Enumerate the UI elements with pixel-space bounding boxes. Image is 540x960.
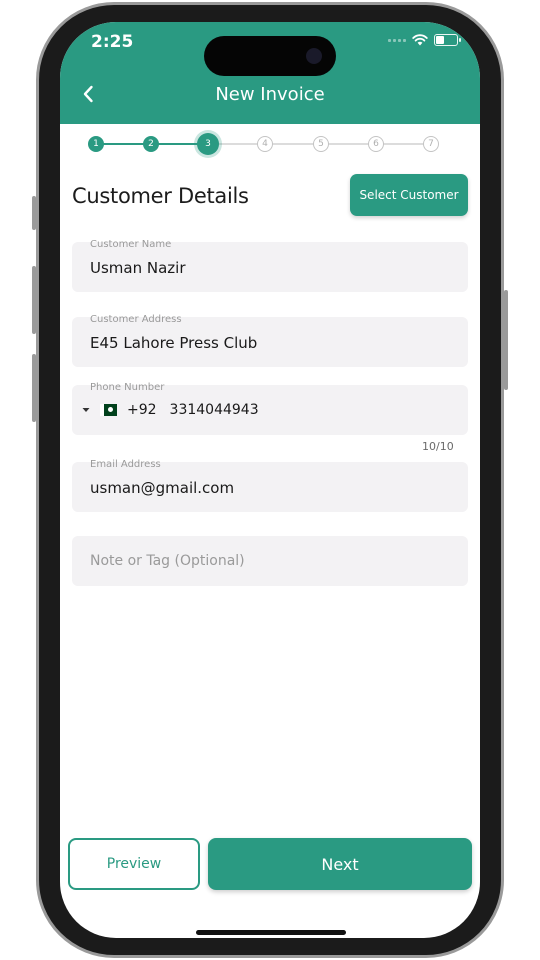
side-button-volume-down	[32, 354, 36, 422]
phone-number-value: 3314044943	[169, 402, 259, 418]
dynamic-island	[204, 36, 336, 76]
select-customer-button[interactable]: Select Customer	[350, 174, 468, 216]
caret-down-icon	[82, 408, 90, 412]
phone-number-field[interactable]: Phone Number +92 3314044943	[72, 382, 468, 435]
camera-icon	[306, 48, 322, 64]
phone-number-label: Phone Number	[90, 382, 165, 393]
customer-name-value: Usman Nazir	[90, 259, 186, 277]
step-2[interactable]: 2	[143, 136, 159, 152]
step-6[interactable]: 6	[368, 136, 384, 152]
section-title: Customer Details	[72, 184, 249, 208]
status-time: 2:25	[91, 32, 134, 52]
customer-name-field[interactable]: Customer Name Usman Nazir	[72, 239, 468, 292]
next-button[interactable]: Next	[208, 838, 472, 890]
step-7[interactable]: 7	[423, 136, 439, 152]
country-code-picker[interactable]: +92 3314044943	[82, 402, 259, 418]
signal-icon	[388, 38, 406, 42]
preview-button[interactable]: Preview	[68, 838, 200, 890]
step-3[interactable]: 3	[197, 133, 219, 155]
customer-address-field[interactable]: Customer Address E45 Lahore Press Club	[72, 314, 468, 367]
wifi-icon	[412, 34, 428, 46]
step-4[interactable]: 4	[257, 136, 273, 152]
app-screen: 2:25 New Invoice 1 2 3 4 5 6 7 Customer …	[60, 22, 480, 938]
note-field[interactable]: Note or Tag (Optional)	[72, 536, 468, 586]
phone-char-counter: 10/10	[422, 440, 454, 453]
country-code: +92	[127, 402, 157, 418]
step-1[interactable]: 1	[88, 136, 104, 152]
customer-address-value: E45 Lahore Press Club	[90, 334, 258, 352]
email-label: Email Address	[90, 459, 161, 470]
side-button-volume-up	[32, 266, 36, 334]
app-header: 2:25 New Invoice	[60, 22, 480, 124]
note-placeholder: Note or Tag (Optional)	[90, 553, 245, 569]
pakistan-flag-icon	[100, 404, 117, 416]
email-value: usman@gmail.com	[90, 479, 235, 497]
step-5[interactable]: 5	[313, 136, 329, 152]
home-indicator	[196, 930, 346, 935]
page-title: New Invoice	[215, 84, 325, 105]
email-field[interactable]: Email Address usman@gmail.com	[72, 459, 468, 512]
side-button-silent	[32, 196, 36, 230]
customer-address-label: Customer Address	[90, 314, 182, 325]
customer-name-label: Customer Name	[90, 239, 172, 250]
status-icons	[388, 34, 461, 46]
side-button-power	[504, 290, 508, 390]
invoice-stepper: 1 2 3 4 5 6 7	[60, 124, 480, 164]
battery-icon	[434, 34, 461, 46]
